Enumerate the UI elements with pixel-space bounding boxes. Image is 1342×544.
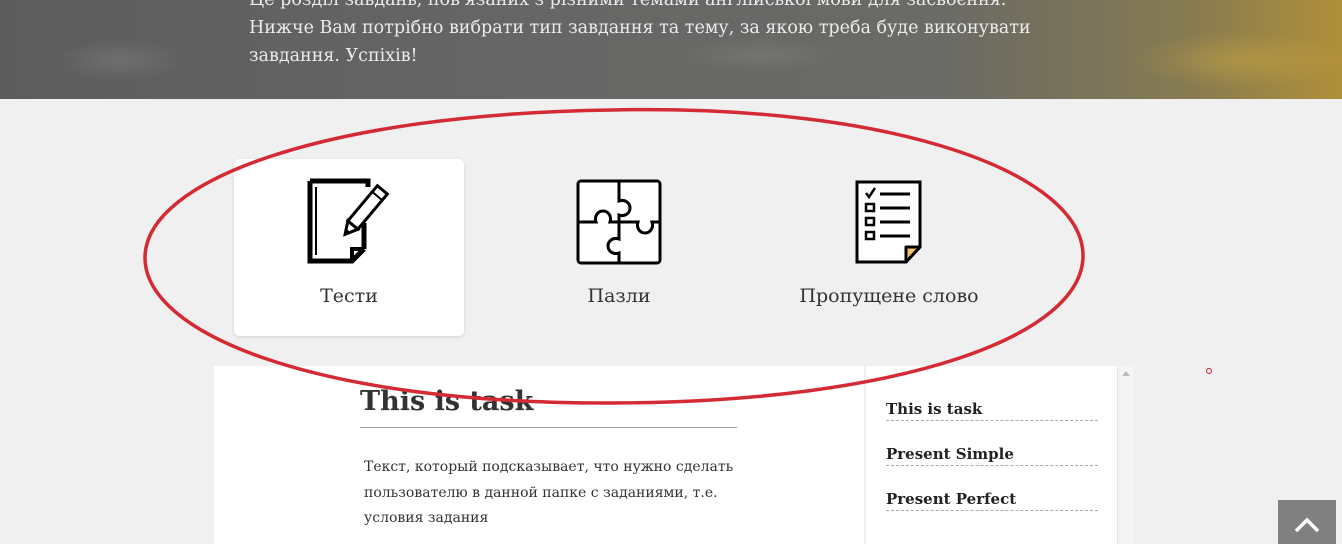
scroll-to-top-button[interactable] <box>1278 500 1336 544</box>
sidebar-item-label: Present Perfect <box>886 490 1017 508</box>
task-type-missing-word[interactable]: Пропущене слово <box>774 159 1004 336</box>
task-title: This is task <box>360 386 737 428</box>
task-content-panel: This is task Текст, который подсказывает… <box>214 366 864 544</box>
sidebar-item-present-perfect[interactable]: Present Perfect <box>886 466 1098 511</box>
chevron-up-icon <box>1294 517 1320 533</box>
task-type-tests[interactable]: Тести <box>234 159 464 336</box>
hero-line-3: завдання. Успіхів! <box>249 46 418 66</box>
sidebar-scrollbar[interactable] <box>1117 366 1134 544</box>
puzzle-icon <box>574 177 664 267</box>
hero-text: Це розділ завдань, пов'язаних з різними … <box>249 0 1109 70</box>
task-description: Текст, который подсказывает, что нужно с… <box>364 459 734 526</box>
task-type-label: Пропущене слово <box>799 285 979 307</box>
scroll-up-arrow-icon[interactable] <box>1122 371 1130 376</box>
sidebar-item-present-simple[interactable]: Present Simple <box>886 421 1098 466</box>
task-type-puzzle[interactable]: Пазли <box>504 159 734 336</box>
notepad-pencil-icon <box>304 177 394 267</box>
sidebar-item-this-is-task[interactable]: This is task <box>886 376 1098 421</box>
hero-banner: Це розділ завдань, пов'язаних з різними … <box>0 0 1342 99</box>
hero-line-2: Нижче Вам потрібно вибрати тип завдання … <box>249 18 1031 38</box>
sidebar-item-label: Present Simple <box>886 445 1014 463</box>
hero-line-1: Це розділ завдань, пов'язаних з різними … <box>249 0 1007 10</box>
task-type-label: Пазли <box>587 285 651 307</box>
topic-sidebar: This is task Present Simple Present Perf… <box>866 366 1117 544</box>
sidebar-item-label: This is task <box>886 400 983 418</box>
checklist-icon <box>844 177 934 267</box>
annotation-dot <box>1206 368 1212 374</box>
task-type-label: Тести <box>320 285 378 307</box>
